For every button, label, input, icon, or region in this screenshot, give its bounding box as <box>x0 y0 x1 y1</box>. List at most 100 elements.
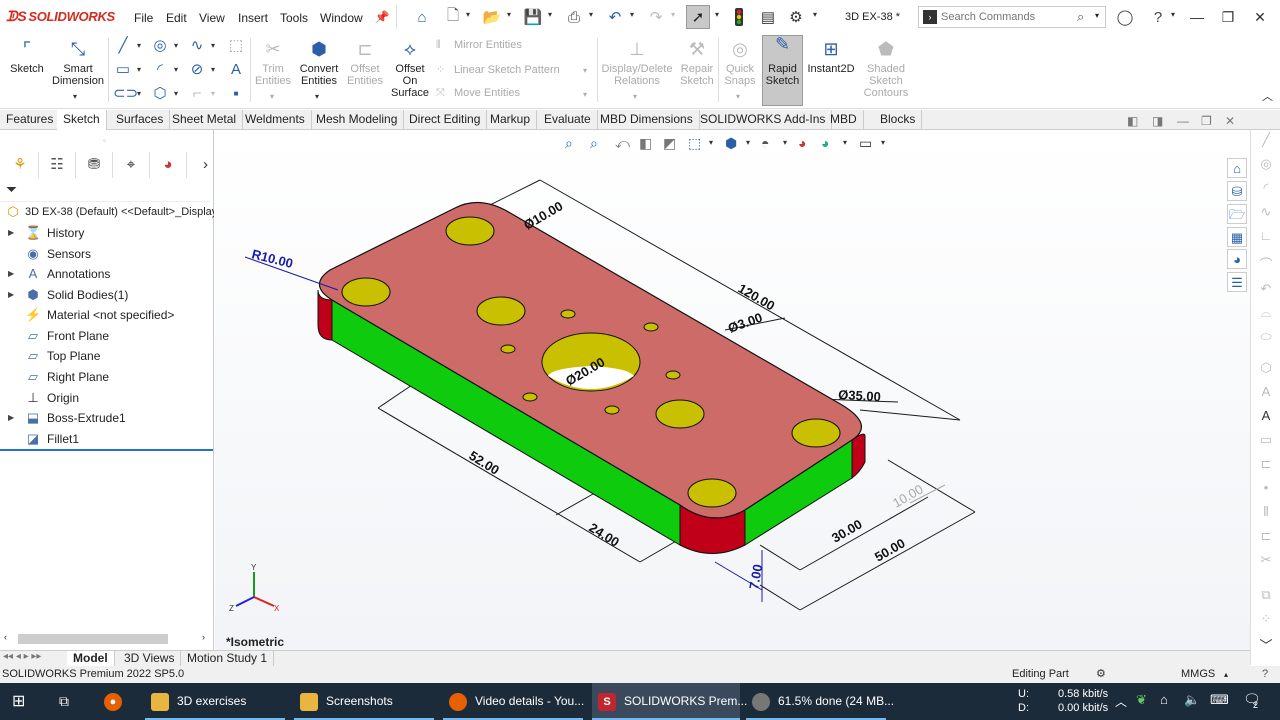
task-view-icon[interactable]: ⧉ <box>59 683 69 720</box>
smart-dimension-dropdown-icon[interactable]: ▾ <box>73 92 77 101</box>
text-tool-icon[interactable]: A <box>1254 382 1278 402</box>
save-dropdown-icon[interactable]: ▾ <box>548 10 552 19</box>
polygon-tool-icon[interactable]: ⬡ <box>1254 358 1278 378</box>
ellipse-dropdown-icon[interactable]: ▾ <box>211 65 215 74</box>
tree-item-top-plane[interactable]: ▱ Top Plane <box>0 346 214 366</box>
dim-hole-10[interactable]: Ø10.00 <box>521 198 565 232</box>
undo-dropdown-icon[interactable]: ▾ <box>630 10 634 19</box>
tree-item-history[interactable]: ▶ ⌛ History <box>0 223 214 243</box>
taskbar-item-screenshots[interactable]: Screenshots <box>294 683 434 720</box>
windows-start-icon[interactable]: ⊞ <box>12 683 25 720</box>
fillet-sketch-icon[interactable]: ⌐ <box>187 84 207 104</box>
custom-properties-icon[interactable]: ☰ <box>1227 272 1247 292</box>
viewport-restore-icon[interactable]: ❐ <box>1201 114 1212 128</box>
spline-icon[interactable]: ∿ <box>187 36 207 56</box>
sketch-button[interactable]: ⌜ Sketch <box>8 36 46 75</box>
line-tool-icon[interactable]: ╱ <box>1254 130 1278 150</box>
redo-icon[interactable]: ↷ <box>645 7 667 27</box>
tab-surfaces[interactable]: Surfaces <box>110 110 171 130</box>
tab-mbd-dimensions[interactable]: MBD Dimensions <box>594 110 700 130</box>
viewport-minimize-icon[interactable]: — <box>1177 114 1189 128</box>
taskbar-item-firefox[interactable]: Video details - You... <box>443 683 584 720</box>
pin-icon[interactable]: 📌 <box>371 7 393 27</box>
user-account-icon[interactable]: ◯ <box>1114 7 1136 27</box>
menu-view[interactable]: View <box>199 11 225 25</box>
quick-snaps-button[interactable]: ◎ Quick Snaps <box>721 36 759 87</box>
tree-item-fillet1[interactable]: ◪ Fillet1 <box>0 429 214 449</box>
options-dropdown-icon[interactable]: ▾ <box>813 10 817 19</box>
dim-hole-35[interactable]: Ø35.00 <box>838 387 881 404</box>
copy-tool-icon[interactable]: ⧉ <box>1254 585 1278 605</box>
menu-window[interactable]: Window <box>320 11 363 25</box>
dim-30[interactable]: 30.00 <box>829 516 865 545</box>
help-icon[interactable]: ? <box>1147 7 1169 27</box>
tree-item-solid-bodies[interactable]: ▶ ⬢ Solid Bodies(1) <box>0 285 214 305</box>
ellipse-tool-icon[interactable]: ⬭ <box>1254 327 1278 347</box>
open-dropdown-icon[interactable]: ▾ <box>507 10 511 19</box>
slot-tool-icon[interactable]: ⊏ <box>1254 454 1278 474</box>
slot-icon[interactable]: ⊂⊃ <box>113 84 138 104</box>
offset-tool-icon[interactable]: ⊏ <box>1254 526 1278 546</box>
3d-model-canvas[interactable]: Ø10.00 R10.00 120.00 Ø3.00 Ø20.00 Ø35.00… <box>215 130 1250 650</box>
options-gear-icon[interactable]: ⚙ <box>785 7 807 27</box>
curve-tool-icon[interactable]: ⌒ <box>1254 255 1278 275</box>
search-icon[interactable]: ⌕ <box>1077 9 1084 25</box>
rect-tool-icon[interactable]: ▭ <box>1254 430 1278 450</box>
open-folder-icon[interactable]: 📂 <box>481 7 503 27</box>
linear-sketch-pattern-button[interactable]: ⁘ Linear Sketch Pattern <box>436 63 560 76</box>
convert-entities-button[interactable]: ⬢ Convert Entities <box>296 36 342 87</box>
expand-arrow-icon[interactable]: ▶ <box>8 264 14 284</box>
appearances-icon[interactable]: ◕ <box>1227 249 1247 269</box>
home-icon[interactable]: ⌂ <box>411 7 433 27</box>
viewport-tile-right-icon[interactable]: ◨ <box>1152 114 1163 128</box>
tree-item-front-plane[interactable]: ▱ Front Plane <box>0 326 214 346</box>
file-properties-icon[interactable]: ▤ <box>757 7 779 27</box>
rebuild-traffic-light-icon[interactable] <box>728 7 750 27</box>
print-dropdown-icon[interactable]: ▾ <box>589 10 593 19</box>
dimxpert-tab-icon[interactable]: ⌖ <box>113 152 150 178</box>
offset-entities-button[interactable]: ⊏ Offset Entities <box>345 36 385 87</box>
select-dropdown-icon[interactable]: ▾ <box>715 10 719 19</box>
keyboard-icon[interactable]: ⌨ <box>1210 692 1229 708</box>
arc-dropdown-icon[interactable]: ▾ <box>174 65 178 74</box>
new-document-icon[interactable]: 🗋 <box>442 7 464 27</box>
move-entities-button[interactable]: ⤧ Move Entities <box>436 87 520 100</box>
volume-icon[interactable]: 🔈 <box>1184 692 1200 708</box>
slot-dropdown-icon[interactable]: ▾ <box>137 89 141 98</box>
tab-scroll-icons[interactable]: ◂◂ ◂ ▸ ▸▸ <box>3 651 41 662</box>
relations-dropdown-icon[interactable]: ▾ <box>633 92 637 101</box>
expand-arrow-icon[interactable]: ▶ <box>8 285 14 305</box>
panel-grip-icon[interactable]: ◦ <box>103 136 106 145</box>
dim-length-120[interactable]: 120.00 <box>736 281 778 314</box>
arc-tool-icon[interactable]: ◜ <box>1254 178 1278 198</box>
repair-sketch-button[interactable]: ⚒ Repair Sketch <box>678 36 716 87</box>
conic-tool-icon[interactable]: ↶ <box>1254 279 1278 299</box>
tree-horizontal-scrollbar[interactable]: ‹ › <box>4 632 210 645</box>
scroll-thumb[interactable] <box>18 634 168 644</box>
search-input[interactable] <box>941 9 1071 25</box>
offset-on-surface-button[interactable]: ⟡ Offset On Surface <box>390 36 430 99</box>
tab-direct-editing[interactable]: Direct Editing <box>403 110 488 130</box>
line-dropdown-icon[interactable]: ▾ <box>137 41 141 50</box>
menu-insert[interactable]: Insert <box>238 11 268 25</box>
rollback-bar[interactable] <box>0 449 213 451</box>
dim-radius-10[interactable]: R10.00 <box>250 246 294 271</box>
new-dropdown-icon[interactable]: ▾ <box>466 10 470 19</box>
close-icon[interactable]: ✕ <box>1246 6 1274 28</box>
point-tool-icon[interactable]: • <box>1254 478 1278 498</box>
dim-52[interactable]: 52.00 <box>466 448 502 478</box>
spline-tool-icon[interactable]: ∿ <box>1254 202 1278 222</box>
scroll-right-icon[interactable]: › <box>202 632 205 642</box>
polygon-dropdown-icon[interactable]: ▾ <box>174 89 178 98</box>
mirror-entities-button[interactable]: ⫴ Mirror Entities <box>436 39 522 52</box>
menu-edit[interactable]: Edit <box>166 11 187 25</box>
scroll-left-icon[interactable]: ‹ <box>4 632 7 642</box>
tab-markup[interactable]: Markup <box>484 110 538 130</box>
circle-dropdown-icon[interactable]: ▾ <box>174 41 178 50</box>
viewport-close-icon[interactable]: ✕ <box>1225 114 1235 128</box>
graphics-area[interactable]: ⌕ ⌕ ⤺ ◧ ◩ ⬚ ▾ ⬢ ▾ ◓ ▾ ◕ ◕ ▾ ▭ ▾ Ø10.00 R… <box>215 130 1250 650</box>
spline-dropdown-icon[interactable]: ▾ <box>211 41 215 50</box>
save-icon[interactable]: 💾 <box>522 7 544 27</box>
notification-icon[interactable]: 🗨 <box>1243 691 1261 708</box>
dim-hole-3[interactable]: Ø3.00 <box>726 310 764 336</box>
